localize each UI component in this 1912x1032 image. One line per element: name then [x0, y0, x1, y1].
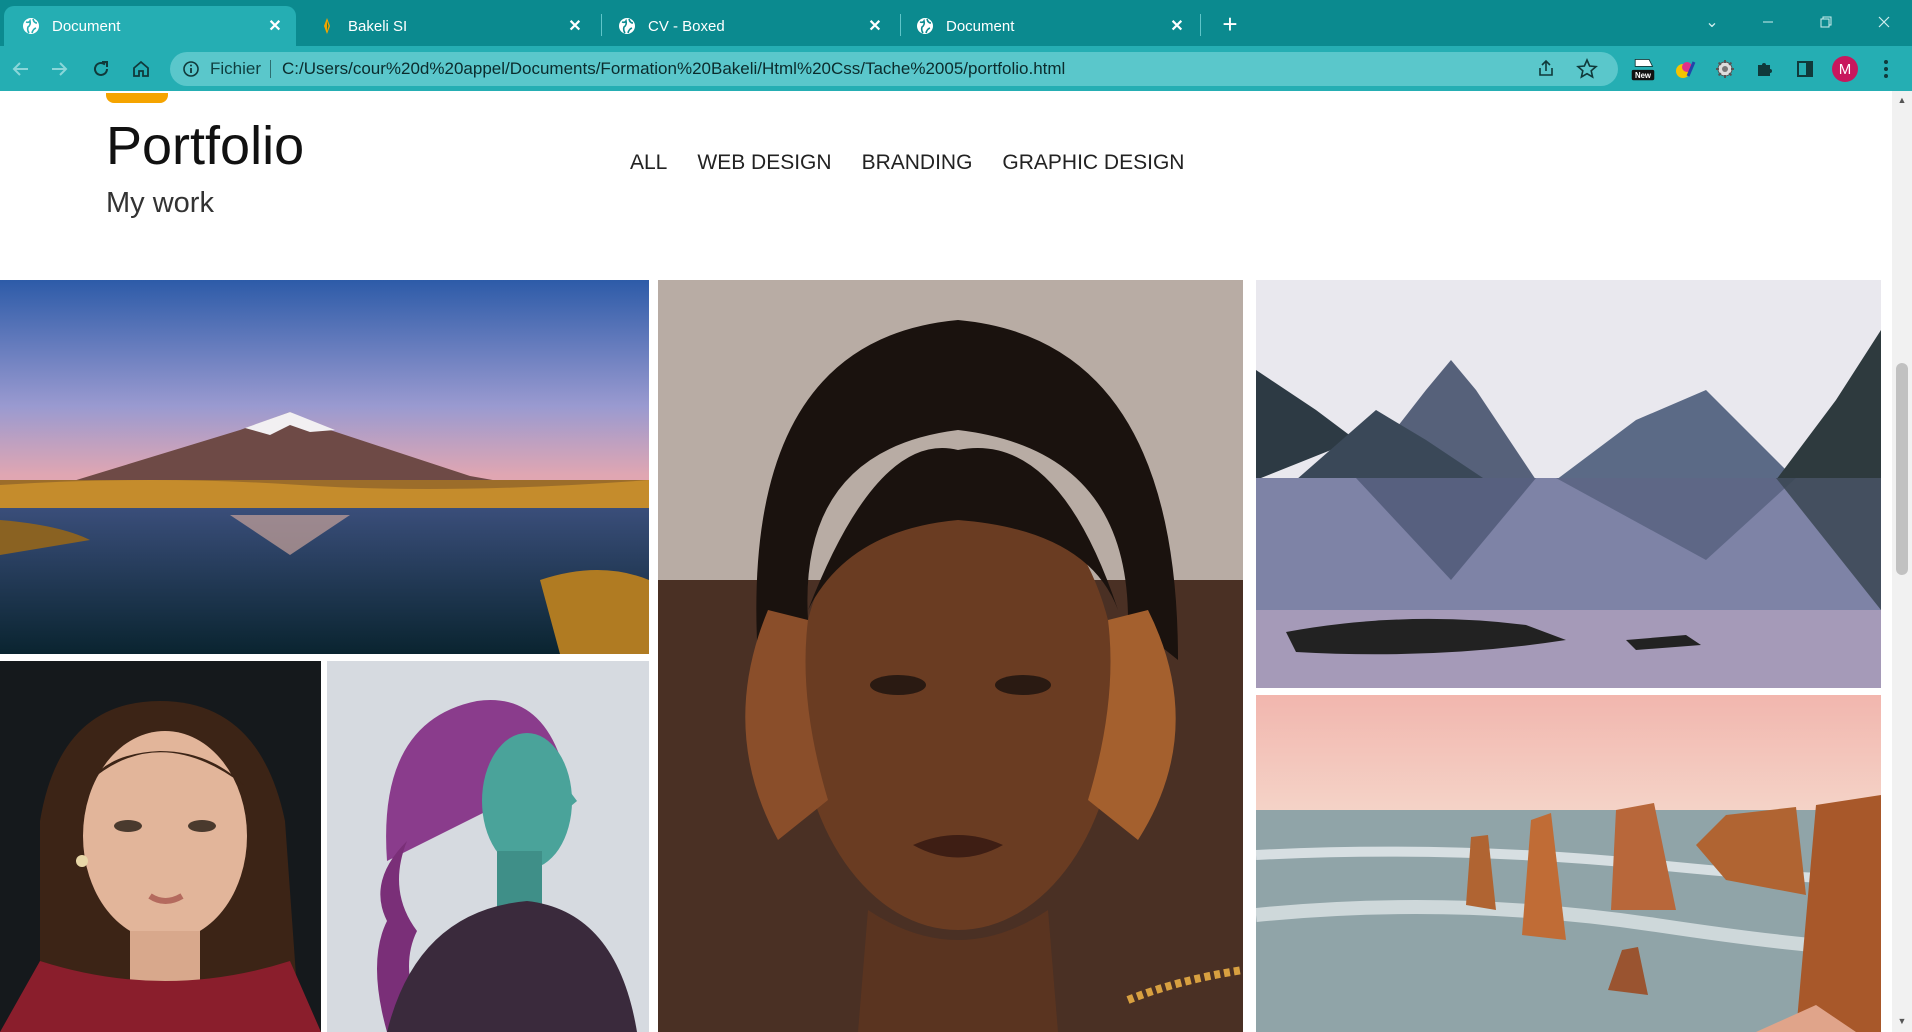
tab-strip: Document ✕ Bakeli SI ✕ CV - Boxed ✕ Docu… [0, 0, 1912, 46]
page-subtitle: My work [106, 187, 214, 219]
color-picker-extension-icon[interactable] [1672, 56, 1698, 82]
bakeli-favicon-icon [318, 17, 336, 35]
bookmark-star-icon[interactable] [1576, 58, 1598, 80]
home-button[interactable] [126, 54, 156, 84]
globe-icon [618, 17, 636, 35]
reload-button[interactable] [86, 54, 116, 84]
filter-graphic-design[interactable]: GRAPHIC DESIGN [1002, 151, 1184, 175]
url-divider [270, 60, 271, 78]
info-icon[interactable] [182, 60, 200, 78]
tab-title: Document [946, 17, 1015, 35]
tab-cv-boxed[interactable]: CV - Boxed ✕ [600, 6, 896, 46]
address-bar[interactable]: Fichier C:/Users/cour%20d%20appel/Docume… [170, 52, 1618, 86]
filter-branding[interactable]: BRANDING [862, 151, 973, 175]
scrollbar-thumb[interactable] [1896, 363, 1908, 575]
restore-icon[interactable] [1806, 8, 1846, 36]
tab-search-icon[interactable]: ⌄ [1692, 8, 1732, 36]
back-arrow-icon [12, 62, 28, 76]
page-title: Portfolio [106, 116, 305, 176]
portfolio-filter-nav: ALL WEB DESIGN BRANDING GRAPHIC DESIGN [630, 151, 1184, 175]
close-icon[interactable]: ✕ [864, 15, 886, 37]
home-icon [133, 60, 149, 77]
browser-menu-icon[interactable] [1876, 56, 1896, 82]
reload-icon [94, 61, 108, 76]
globe-icon [22, 17, 40, 35]
back-button[interactable] [6, 54, 36, 84]
filter-web-design[interactable]: WEB DESIGN [697, 151, 831, 175]
close-icon[interactable]: ✕ [264, 15, 286, 37]
sea-stacks-photo[interactable] [1256, 695, 1881, 1032]
close-icon[interactable]: ✕ [1166, 15, 1188, 37]
purple-hair-portrait-photo[interactable] [327, 661, 649, 1032]
url-scheme-label: Fichier [210, 59, 262, 78]
new-tab-button[interactable]: + [1216, 9, 1244, 39]
share-icon[interactable] [1536, 59, 1556, 79]
extensions-puzzle-icon[interactable] [1752, 56, 1778, 82]
close-icon[interactable]: ✕ [564, 15, 586, 37]
globe-icon [916, 17, 934, 35]
tab-title: CV - Boxed [648, 17, 725, 35]
woman-portrait-photo[interactable] [0, 661, 321, 1032]
close-window-icon[interactable] [1864, 8, 1904, 36]
scroll-up-arrow-icon[interactable]: ▲ [1897, 95, 1907, 105]
page-viewport: Portfolio My work ALL WEB DESIGN BRANDIN… [0, 91, 1892, 1032]
tab-separator [1200, 14, 1201, 36]
scroll-down-arrow-icon[interactable]: ▼ [1897, 1016, 1907, 1026]
mountain-lake-photo[interactable] [0, 280, 649, 654]
browser-toolbar: Fichier C:/Users/cour%20d%20appel/Docume… [0, 46, 1912, 91]
settings-gear-extension-icon[interactable] [1712, 56, 1738, 82]
page-scrollbar[interactable]: ▲ ▼ [1892, 91, 1912, 1032]
tab-document-active[interactable]: Document ✕ [4, 6, 296, 46]
profile-avatar[interactable]: M [1832, 56, 1858, 82]
side-panel-icon[interactable] [1792, 56, 1818, 82]
url-text[interactable]: C:/Users/cour%20d%20appel/Documents/Form… [282, 59, 1065, 79]
dreadlocks-portrait-photo[interactable] [658, 280, 1243, 1032]
tab-title: Document [52, 17, 121, 35]
extension-new-icon[interactable]: New [1630, 56, 1656, 82]
filter-all[interactable]: ALL [630, 151, 667, 175]
tab-bakeli[interactable]: Bakeli SI ✕ [300, 6, 596, 46]
tab-document[interactable]: Document ✕ [898, 6, 1198, 46]
tab-title: Bakeli SI [348, 17, 408, 35]
forward-button[interactable] [44, 54, 74, 84]
forward-arrow-icon [52, 62, 68, 76]
minimize-icon[interactable] [1748, 8, 1788, 36]
extension-new-badge: New [1635, 71, 1652, 80]
accent-bar [106, 93, 168, 103]
fjord-photo[interactable] [1256, 280, 1881, 688]
